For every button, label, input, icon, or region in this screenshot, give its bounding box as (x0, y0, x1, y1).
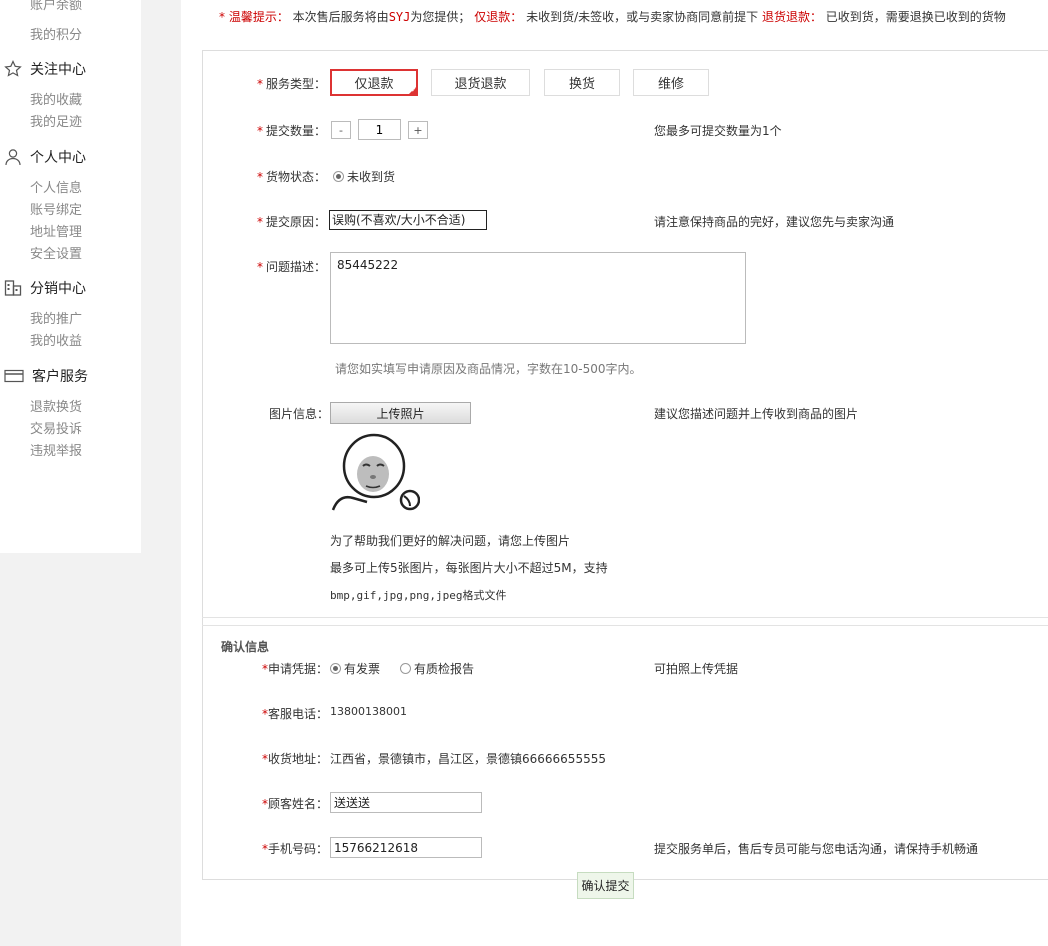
sidebar-item-footprint[interactable]: 我的足迹 (30, 111, 82, 130)
sidebar-item-account-binding[interactable]: 账号绑定 (30, 199, 82, 218)
tip-text: 本次售后服务将由 (292, 10, 389, 24)
uploaded-image-thumbnail[interactable] (330, 430, 421, 512)
mobile-hint: 提交服务单后，售后专员可能与您电话沟通，请保持手机畅通 (654, 842, 979, 856)
mobile-input[interactable] (330, 837, 482, 858)
sidebar-group-service: 客户服务 (4, 366, 88, 386)
building-icon (4, 279, 22, 297)
confirm-submit-button[interactable]: 确认提交 (577, 872, 634, 899)
tip-provider: SYJ (388, 10, 411, 24)
upload-note: 为了帮助我们更好的解决问题，请您上传图片 (330, 534, 571, 548)
sidebar-item-profile[interactable]: 个人信息 (30, 177, 82, 196)
goods-status-option[interactable]: 未收到货 (333, 168, 395, 185)
description-hint: 请您如实填写申请原因及商品情况，字数在10-500字内。 (335, 362, 642, 376)
tip-label: 温馨提示： (228, 10, 289, 24)
tip-return-refund-desc: 已收到货，需要退换已收到的货物 (825, 10, 1006, 24)
customer-name-label: *顾客姓名： (262, 797, 329, 811)
upload-note: bmp,gif,jpg,png,jpeg格式文件 (330, 589, 507, 602)
quantity-input[interactable] (358, 119, 401, 140)
quantity-minus-button[interactable]: - (331, 121, 351, 139)
reason-select[interactable]: 误购(不喜欢/大小不合适) (329, 210, 487, 230)
sidebar-item-report[interactable]: 违规举报 (30, 440, 82, 459)
goods-status-label: * 货物状态： (257, 170, 327, 184)
reason-label: * 提交原因： (257, 215, 327, 229)
address-value: 江西省，景德镇市，昌江区，景德镇66666655555 (330, 752, 606, 766)
address-label: *收货地址： (262, 752, 329, 766)
sidebar-group-title: 客户服务 (32, 369, 88, 385)
quantity-label: * 提交数量： (257, 124, 327, 138)
service-type-label: * 服务类型： (257, 77, 327, 91)
sidebar-group-distribution: 分销中心 (4, 278, 86, 298)
quantity-plus-button[interactable]: + (408, 121, 428, 139)
voucher-option-inspection-report[interactable]: 有质检报告 (400, 660, 474, 677)
sidebar-group-personal: 个人中心 (4, 147, 86, 167)
service-type-exchange[interactable]: 换货 (544, 69, 620, 96)
service-phone-label: *客服电话： (262, 707, 329, 721)
tip-refund-only-label: 仅退款： (474, 10, 523, 24)
sidebar-item-points[interactable]: 我的积分 (30, 24, 82, 43)
voucher-option-invoice[interactable]: 有发票 (330, 660, 380, 677)
quantity-hint: 您最多可提交数量为1个 (654, 124, 782, 138)
after-sale-form-panel (202, 50, 1048, 880)
image-info-label: 图片信息： (269, 407, 330, 421)
description-textarea[interactable]: 85445222 (330, 252, 746, 344)
mobile-label: *手机号码： (262, 842, 329, 856)
tip-text: 为您提供； (410, 10, 471, 24)
sidebar-item-refund-exchange[interactable]: 退款换货 (30, 396, 82, 415)
sidebar-item-security[interactable]: 安全设置 (30, 243, 82, 262)
tip-refund-only-desc: 未收到货/未签收，或与卖家协商同意前提下 (526, 10, 759, 24)
upload-photo-button[interactable]: 上传照片 (330, 402, 471, 424)
sidebar-group-title: 个人中心 (30, 150, 86, 166)
voucher-hint: 可拍照上传凭据 (654, 662, 739, 676)
sidebar-group-follow: 关注中心 (4, 59, 86, 79)
description-label: * 问题描述： (257, 260, 327, 274)
card-icon (4, 367, 24, 385)
radio-selected-icon (330, 663, 341, 674)
sidebar-group-title: 分销中心 (30, 281, 86, 297)
person-icon (4, 148, 22, 166)
image-hint: 建议您描述问题并上传收到商品的图片 (654, 407, 859, 421)
selected-check-icon (407, 85, 418, 96)
service-type-repair[interactable]: 维修 (633, 69, 709, 96)
tip-star: * (219, 10, 225, 24)
upload-note: 最多可上传5张图片，每张图片大小不超过5M，支持 (330, 561, 608, 575)
tip-return-refund-label: 退货退款： (761, 10, 822, 24)
sidebar-item-favorites[interactable]: 我的收藏 (30, 89, 82, 108)
sidebar-item-balance[interactable]: 账户余额 (30, 0, 82, 13)
radio-selected-icon (333, 171, 344, 182)
sidebar-item-earnings[interactable]: 我的收益 (30, 330, 82, 349)
section-divider (202, 617, 1048, 618)
sidebar-item-address[interactable]: 地址管理 (30, 221, 82, 240)
voucher-label: *申请凭据： (262, 662, 329, 676)
sidebar-item-complaint[interactable]: 交易投诉 (30, 418, 82, 437)
radio-unselected-icon (400, 663, 411, 674)
service-phone-value: 13800138001 (330, 705, 407, 718)
star-icon (4, 60, 22, 78)
reason-hint: 请注意保持商品的完好，建议您先与卖家沟通 (654, 215, 895, 229)
service-type-refund-only[interactable]: 仅退款 (330, 69, 418, 96)
sidebar: 账户余额 我的积分 关注中心 我的收藏 我的足迹 个人中心 个人信息 账号绑定 … (0, 0, 141, 553)
service-type-return-refund[interactable]: 退货退款 (431, 69, 530, 96)
section-divider (202, 625, 1048, 626)
sidebar-group-title: 关注中心 (30, 62, 86, 78)
warm-tip: * 温馨提示： 本次售后服务将由SYJ为您提供； 仅退款： 未收到货/未签收，或… (219, 8, 1006, 25)
customer-name-input[interactable] (330, 792, 482, 813)
confirm-section-title: 确认信息 (221, 640, 270, 654)
sidebar-item-promotion[interactable]: 我的推广 (30, 308, 82, 327)
